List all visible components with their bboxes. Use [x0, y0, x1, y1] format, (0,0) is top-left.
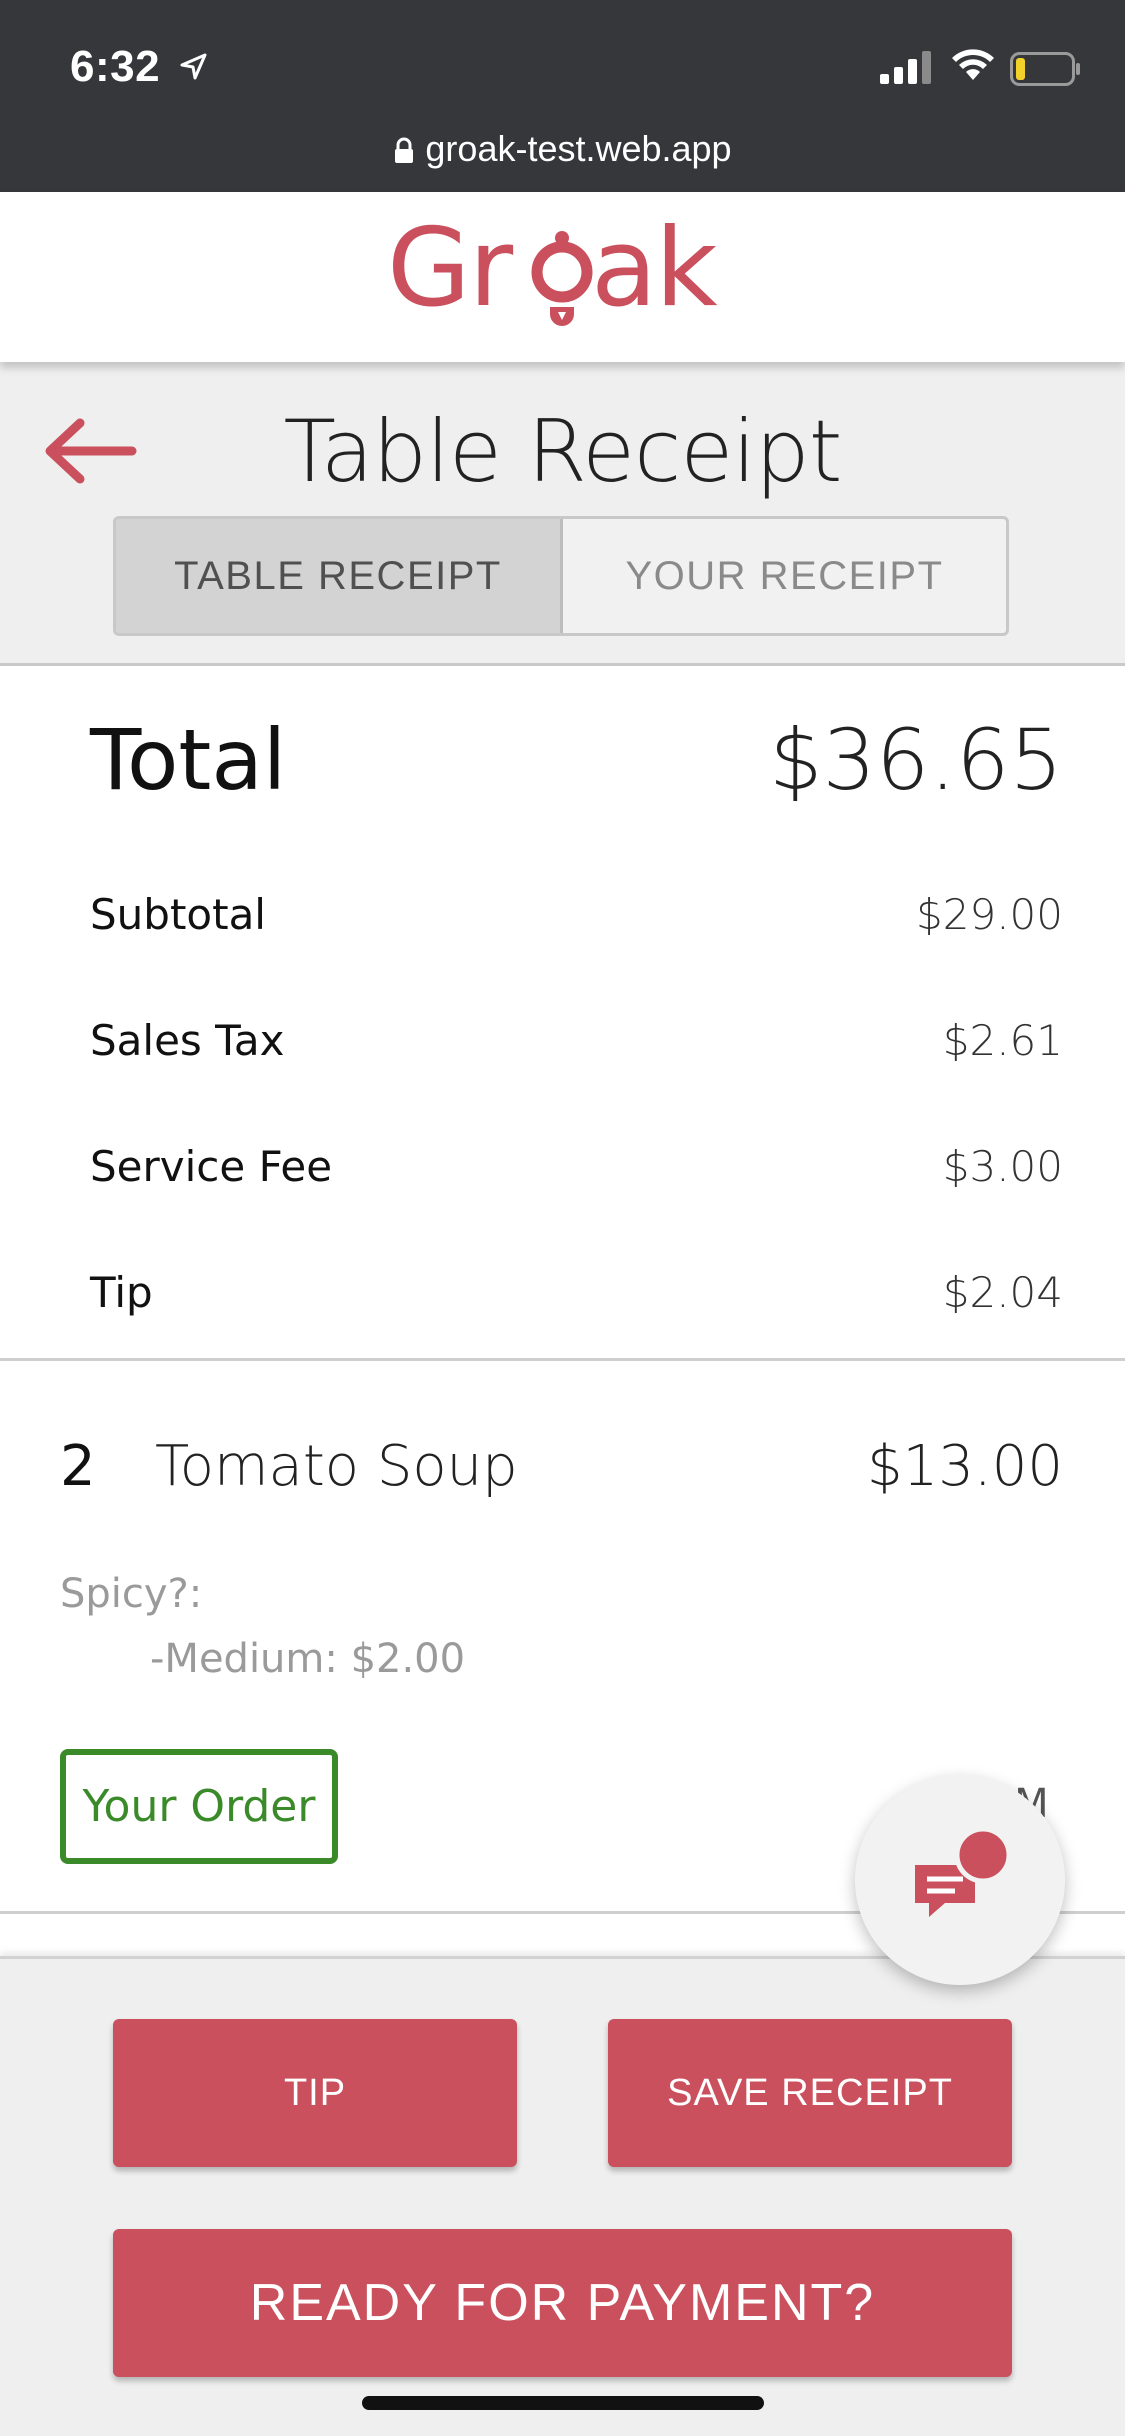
item-name: Tomato Soup [155, 1433, 518, 1499]
chat-button[interactable] [855, 1775, 1065, 1985]
address-bar[interactable]: groak-test.web.app [0, 128, 1125, 170]
subtotal-value: $29.00 [916, 889, 1063, 939]
page-title: Table Receipt [283, 402, 843, 502]
receipt-content: Total $36.65 Subtotal $29.00 Sales Tax $… [0, 666, 1125, 1956]
cellular-signal-icon [880, 51, 931, 84]
service-fee-value: $3.00 [942, 1141, 1063, 1191]
modifier-title: Spicy?: [60, 1571, 203, 1617]
chat-bubbles-icon [915, 1826, 1012, 1917]
tab-table-receipt[interactable]: TABLE RECEIPT [116, 519, 563, 633]
lock-icon [395, 138, 414, 164]
service-fee-row: Service Fee $3.00 [90, 1136, 1063, 1196]
status-time: 6:32 [70, 42, 161, 91]
location-arrow-icon [180, 53, 207, 80]
title-area: Table Receipt TABLE RECEIPT YOUR RECEIPT [0, 362, 1125, 666]
tip-button[interactable]: TIP [113, 2019, 517, 2167]
sales-tax-row: Sales Tax $2.61 [90, 1010, 1063, 1070]
save-receipt-button[interactable]: SAVE RECEIPT [608, 2019, 1012, 2167]
item-quantity: 2 [60, 1433, 96, 1499]
total-value: $36.65 [769, 711, 1063, 809]
status-bar: 6:32 groak-test.web.app [0, 0, 1125, 192]
sales-tax-label: Sales Tax [90, 1015, 285, 1065]
tip-label: Tip [90, 1267, 153, 1317]
svg-text:Gr: Gr [387, 206, 514, 331]
item-price: $13.00 [867, 1433, 1063, 1499]
your-order-badge: Your Order [60, 1749, 338, 1864]
svg-text:ak: ak [591, 206, 718, 331]
receipt-toggle: TABLE RECEIPT YOUR RECEIPT [113, 516, 1009, 636]
groak-logo: Gr ak [387, 206, 720, 331]
action-bar: TIP SAVE RECEIPT READY FOR PAYMENT? [0, 1956, 1125, 2436]
ready-for-payment-button[interactable]: READY FOR PAYMENT? [113, 2229, 1012, 2377]
service-fee-label: Service Fee [90, 1141, 333, 1191]
modifier-option: -Medium: $2.00 [150, 1636, 466, 1682]
divider [0, 1358, 1125, 1361]
tip-value: $2.04 [942, 1267, 1063, 1317]
tab-your-receipt[interactable]: YOUR RECEIPT [563, 519, 1006, 633]
total-label: Total [90, 711, 287, 809]
app-header: Gr ak [0, 192, 1125, 362]
subtotal-label: Subtotal [90, 889, 266, 939]
sales-tax-value: $2.61 [942, 1015, 1063, 1065]
wifi-icon [952, 49, 994, 80]
tip-row: Tip $2.04 [90, 1262, 1063, 1322]
battery-icon [1010, 52, 1080, 86]
order-item-row: 2 Tomato Soup $13.00 [60, 1426, 1063, 1506]
subtotal-row: Subtotal $29.00 [90, 884, 1063, 944]
url-text: groak-test.web.app [425, 128, 732, 169]
total-row: Total $36.65 [90, 711, 1063, 809]
home-indicator [362, 2396, 764, 2410]
